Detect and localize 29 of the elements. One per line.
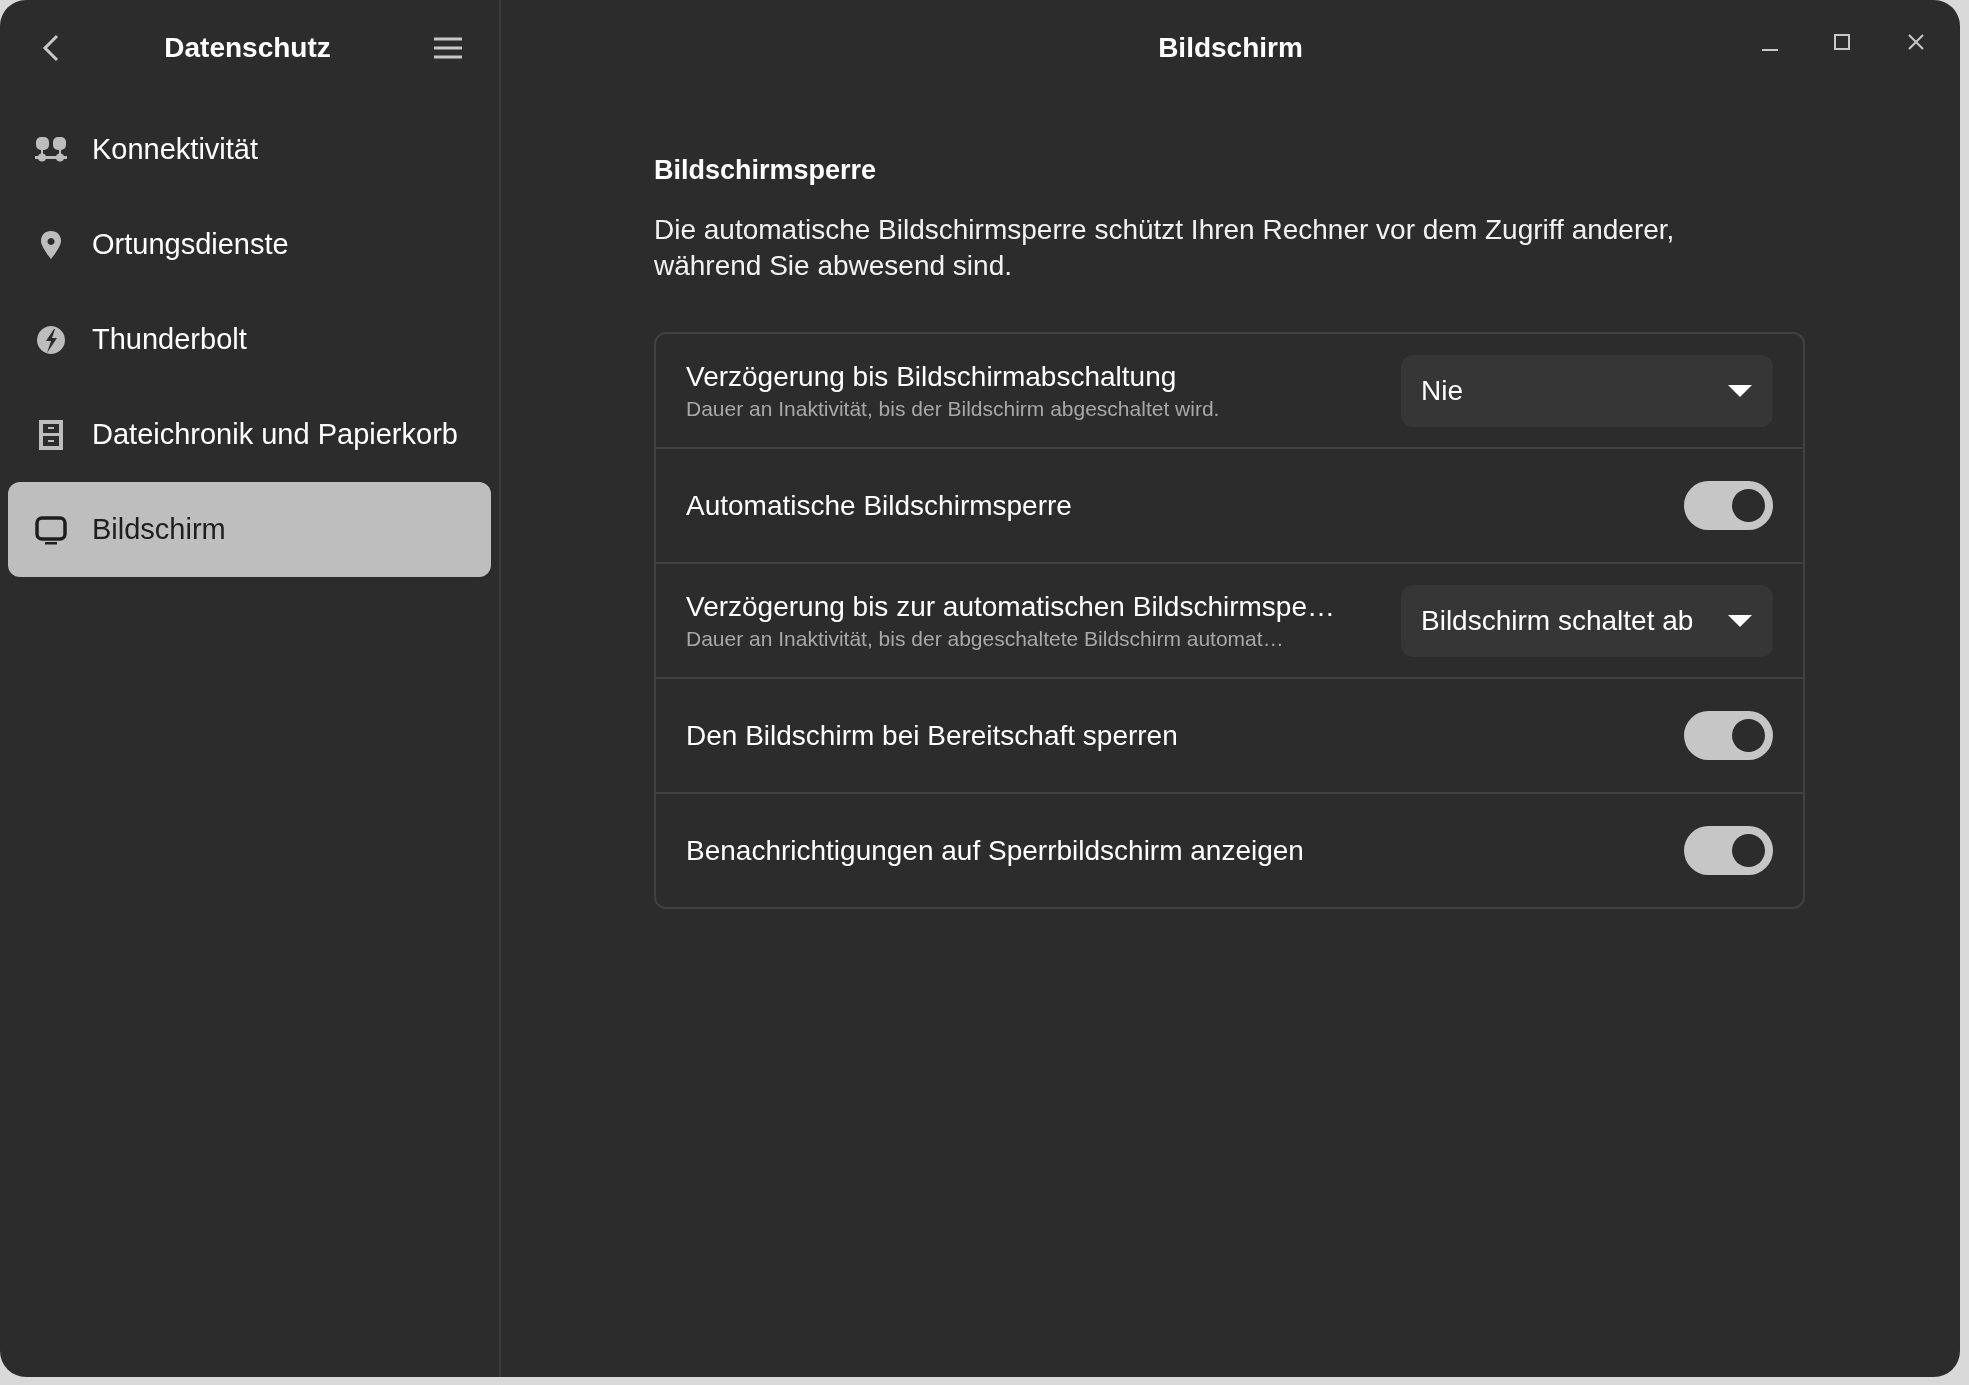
- maximize-icon: [1832, 32, 1852, 52]
- minimize-icon: [1762, 49, 1778, 51]
- dropdown[interactable]: Bildschirm schaltet ab: [1401, 584, 1773, 657]
- dropdown[interactable]: Nie: [1401, 354, 1773, 427]
- toggle-switch[interactable]: [1684, 826, 1773, 875]
- monitor-icon: [34, 514, 68, 545]
- dropdown-caret-icon: [1727, 613, 1753, 628]
- setting-title: Verzögerung bis Bildschirmabschaltung: [686, 360, 1178, 393]
- toggle-switch[interactable]: [1684, 481, 1773, 530]
- setting-subtitle: Dauer an Inaktivität, bis der abgeschaltete Bildschirm automat…: [686, 626, 1285, 651]
- close-icon: [1906, 32, 1926, 52]
- sidebar-item[interactable]: Bildschirm: [8, 482, 491, 577]
- setting-title: Benachrichtigungen auf Sperrbildschirm anzeigen: [686, 834, 1304, 867]
- sidebar-item[interactable]: Konnektivität: [8, 102, 491, 197]
- dropdown-caret-icon: [1727, 383, 1753, 398]
- setting-title: Verzögerung bis zur automatischen Bildschirmspe…: [686, 590, 1335, 623]
- window-title: Bildschirm: [1158, 31, 1303, 64]
- menu-icon: [433, 35, 463, 60]
- setting-title: Den Bildschirm bei Bereitschaft sperren: [686, 719, 1178, 752]
- section-description: Die automatische Bildschirmsperre schützt Ihren Rechner vor dem Zugriff anderer, während Sie abwesend sind.: [654, 213, 1676, 283]
- setting-title: Automatische Bildschirmsperre: [686, 489, 1072, 522]
- sidebar-item[interactable]: Thunderbolt: [8, 292, 491, 387]
- sidebar-title: Datenschutz: [164, 31, 331, 64]
- setting-subtitle: Dauer an Inaktivität, bis der Bildschirm abgeschaltet wird.: [686, 396, 1220, 421]
- section-heading: Bildschirmsperre: [654, 155, 878, 186]
- lightning-icon: [34, 324, 68, 355]
- sidebar-item[interactable]: Ortungsdienste: [8, 197, 491, 292]
- toggle-switch[interactable]: [1684, 711, 1773, 760]
- sidebar-item[interactable]: Dateichronik und Papierkorb: [8, 387, 491, 482]
